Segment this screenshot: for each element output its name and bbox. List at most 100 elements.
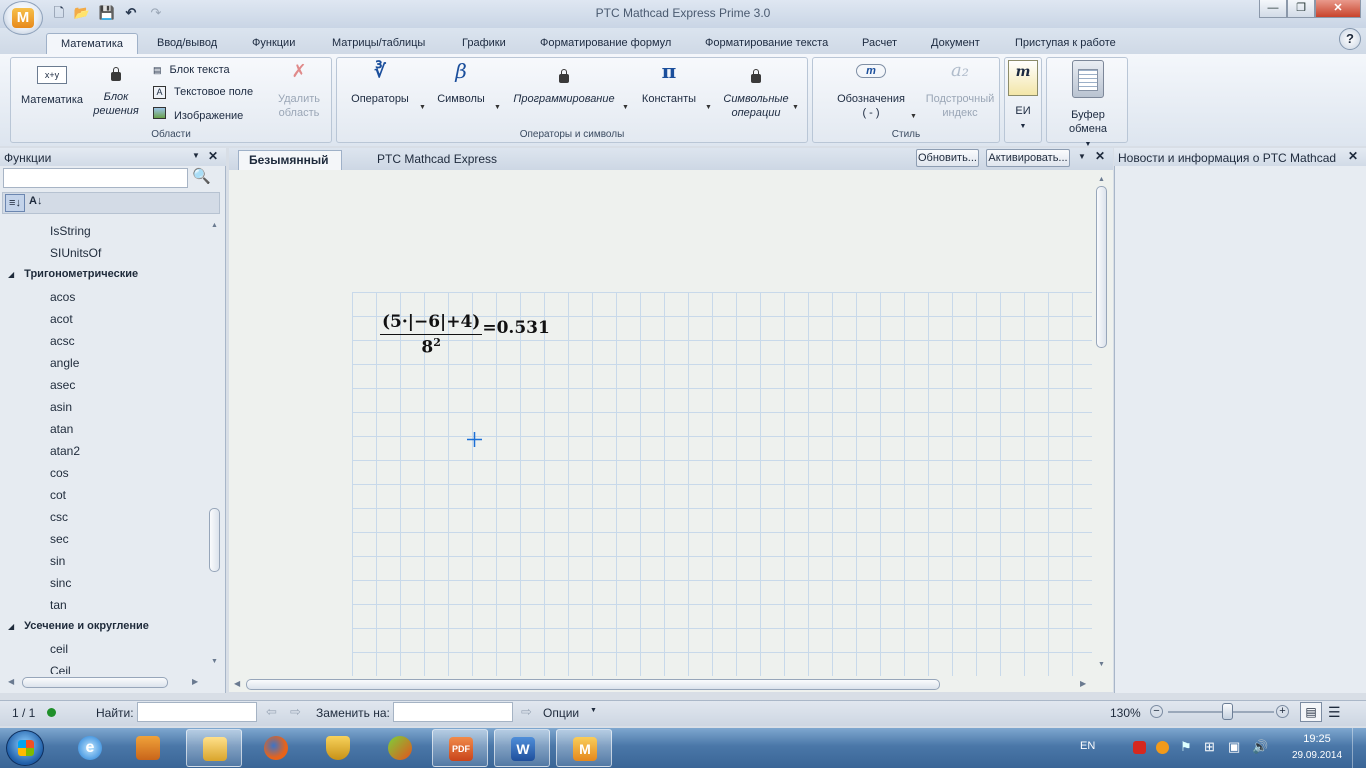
taskbar-explorer[interactable] (186, 729, 242, 767)
symbols-button[interactable]: β Символы (431, 61, 491, 106)
document-close-icon[interactable]: ✕ (1095, 149, 1105, 163)
network-icon[interactable]: ▣ (1228, 739, 1240, 755)
tab-math[interactable]: Математика (46, 33, 138, 54)
help-button[interactable]: ? (1339, 28, 1361, 50)
find-previous-icon[interactable]: ⇦ (266, 704, 277, 720)
tab-matrices-tables[interactable]: Матрицы/таблицы (332, 33, 425, 54)
function-list-item[interactable]: atan2 (50, 444, 80, 458)
symbolic-operations-button[interactable]: Символьные операции (719, 64, 793, 120)
device-icon[interactable]: ⊞ (1204, 739, 1215, 755)
options-dropdown-icon[interactable]: ▼ (590, 707, 597, 714)
constants-dropdown-icon[interactable]: ▼ (705, 104, 712, 111)
show-desktop-button[interactable] (1352, 728, 1366, 768)
clock-time[interactable]: 19:25 (1294, 733, 1340, 745)
function-list-item[interactable]: acos (50, 290, 75, 304)
volume-icon[interactable]: 🔊 (1252, 739, 1268, 755)
function-list-item[interactable]: sec (50, 532, 69, 546)
tab-input-output[interactable]: Ввод/вывод (157, 33, 217, 54)
function-list-item[interactable]: SIUnitsOf (50, 246, 101, 260)
units-button[interactable]: m ЕИ ▼ (1007, 60, 1039, 134)
function-list-item[interactable]: sin (50, 554, 65, 568)
taskbar-ie[interactable]: e (62, 729, 118, 767)
programming-button[interactable]: Программирование (509, 64, 619, 106)
function-list-item[interactable]: acot (50, 312, 73, 326)
symbolic-dropdown-icon[interactable]: ▼ (792, 104, 799, 111)
options-button[interactable]: Опции (543, 706, 579, 720)
taskbar-media-player[interactable] (120, 729, 176, 767)
tab-calculation[interactable]: Расчет (862, 33, 897, 54)
function-list-item[interactable]: angle (50, 356, 79, 370)
taskbar-mathcad[interactable]: M (556, 729, 612, 767)
function-list-item[interactable]: IsString (50, 224, 91, 238)
function-list-item[interactable]: cot (50, 488, 66, 502)
symbols-dropdown-icon[interactable]: ▼ (494, 104, 501, 111)
app-menu-button[interactable]: M (3, 1, 43, 35)
taskbar-pdf[interactable]: PDF (432, 729, 488, 767)
find-next-icon[interactable]: ⇨ (290, 704, 301, 720)
clipboard-button[interactable]: Буфер обмена ▼ (1051, 60, 1125, 152)
replace-input[interactable] (393, 702, 513, 722)
zoom-in-icon[interactable]: + (1276, 705, 1289, 718)
tab-functions[interactable]: Функции (252, 33, 295, 54)
functions-vertical-scrollbar[interactable]: ▲ ▼ (208, 222, 222, 674)
function-list-item[interactable]: asin (50, 400, 72, 414)
solve-block-button[interactable]: Блок решения (91, 62, 141, 118)
tab-untitled-document[interactable]: Безымянный (238, 150, 342, 170)
tab-plots[interactable]: Графики (462, 33, 506, 54)
search-icon[interactable]: 🔍 (192, 167, 211, 185)
tray-app-red-icon[interactable] (1133, 741, 1146, 754)
draft-view-icon[interactable]: ☰ (1328, 704, 1341, 721)
page-view-icon[interactable]: ▤ (1300, 702, 1322, 722)
start-button[interactable] (6, 730, 44, 766)
labels-dropdown-icon[interactable]: ▼ (910, 113, 917, 120)
activate-button[interactable]: Активировать... (986, 149, 1070, 167)
taskbar-word[interactable]: W (494, 729, 550, 767)
math-region[interactable]: (5·|−6|+4) 82 =0.531 (380, 312, 550, 358)
delete-region-button[interactable]: ✗ Удалить область (269, 62, 329, 120)
labels-button[interactable]: m Обозначения( - ) (831, 64, 911, 120)
function-list-item[interactable]: Ceil (50, 664, 71, 674)
subscript-button[interactable]: a₂ Подстрочный индекс (921, 62, 999, 120)
math-region-button[interactable]: x+y Математика (17, 66, 87, 107)
worksheet-vertical-scrollbar[interactable]: ▲ ▼ (1095, 176, 1109, 675)
worksheet-horizontal-scrollbar[interactable]: ◀ ▶ (232, 678, 1090, 692)
collapse-arrow-icon[interactable]: ◢ (8, 622, 14, 631)
sort-alphabetical-icon[interactable]: A↓ (29, 195, 42, 207)
function-list-item[interactable]: cos (50, 466, 69, 480)
function-list-item[interactable]: asec (50, 378, 75, 392)
replace-icon[interactable]: ⇨ (521, 704, 532, 720)
sort-by-category-icon[interactable]: ≡↓ (5, 194, 25, 212)
clock-date[interactable]: 29.09.2014 (1288, 750, 1346, 761)
zoom-out-icon[interactable]: − (1150, 705, 1163, 718)
tab-getting-started[interactable]: Приступая к работе (1015, 33, 1116, 54)
news-panel-close-icon[interactable]: ✕ (1348, 149, 1358, 163)
tray-app-orange-icon[interactable] (1156, 741, 1169, 754)
taskbar-app-shield[interactable] (310, 729, 366, 767)
functions-search-input[interactable] (3, 168, 188, 188)
close-button[interactable]: ✕ (1315, 0, 1361, 18)
operators-dropdown-icon[interactable]: ▼ (419, 104, 426, 111)
programming-dropdown-icon[interactable]: ▼ (622, 104, 629, 111)
image-button[interactable]: Изображение (153, 107, 243, 123)
action-center-icon[interactable]: ⚑ (1180, 739, 1192, 755)
tab-ptc-mathcad-express[interactable]: PTC Mathcad Express (377, 152, 497, 166)
function-list-item[interactable]: ceil (50, 642, 68, 656)
taskbar-app-ball[interactable] (372, 729, 428, 767)
tab-document[interactable]: Документ (931, 33, 980, 54)
function-list-item[interactable]: tan (50, 598, 67, 612)
function-list-item[interactable]: sinc (50, 576, 71, 590)
zoom-slider-thumb[interactable] (1222, 703, 1233, 720)
function-category[interactable]: ◢ Тригонометрические (8, 268, 138, 280)
tab-math-formatting[interactable]: Форматирование формул (540, 33, 671, 54)
find-input[interactable] (137, 702, 257, 722)
tab-text-formatting[interactable]: Форматирование текста (705, 33, 828, 54)
panel-menu-icon[interactable]: ▼ (192, 151, 200, 160)
zoom-slider[interactable] (1168, 711, 1274, 713)
function-list-item[interactable]: atan (50, 422, 73, 436)
text-box-button[interactable]: A Текстовое поле (153, 85, 253, 99)
function-list-item[interactable]: acsc (50, 334, 75, 348)
functions-horizontal-scrollbar[interactable]: ◀ ▶ (8, 677, 200, 689)
maximize-button[interactable]: ❐ (1287, 0, 1315, 18)
collapse-arrow-icon[interactable]: ◢ (8, 270, 14, 279)
minimize-button[interactable]: — (1259, 0, 1287, 18)
